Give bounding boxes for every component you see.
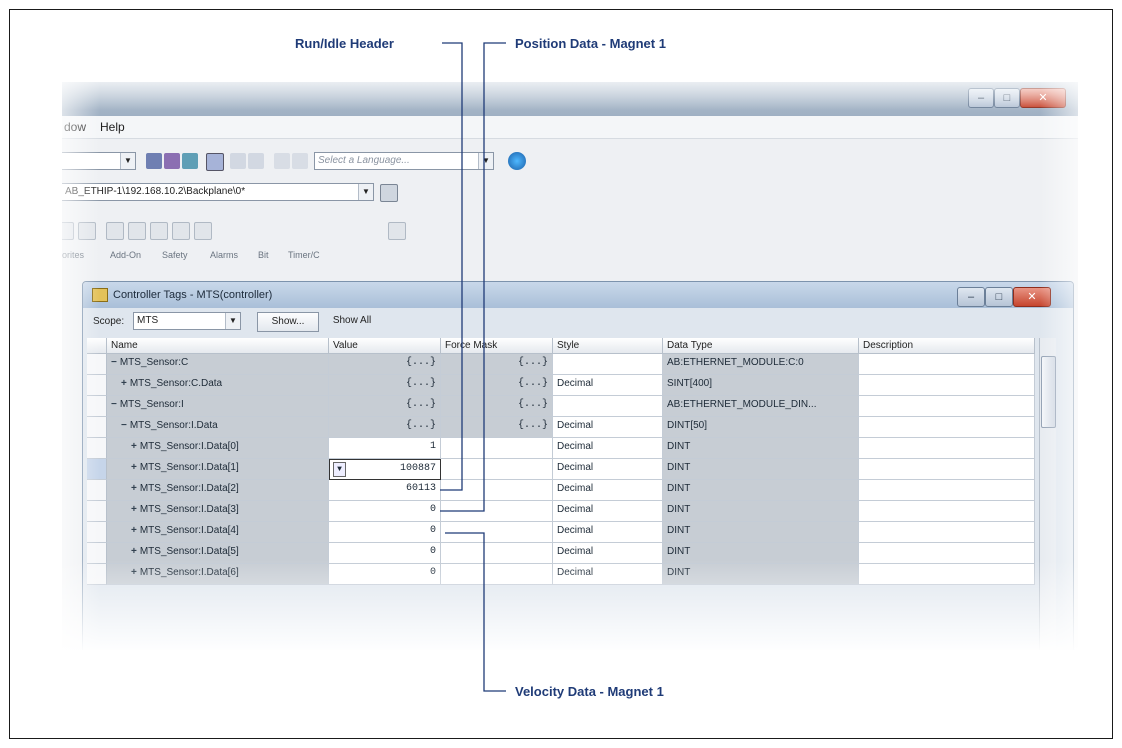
- callout-run-idle-header: Run/Idle Header: [295, 36, 394, 51]
- run-idle-leader: [440, 42, 463, 491]
- callout-position-data: Position Data - Magnet 1: [515, 36, 666, 51]
- callout-leader-lines: [440, 42, 506, 692]
- position-leader: [440, 42, 506, 512]
- velocity-leader: [445, 532, 506, 692]
- callout-velocity-data: Velocity Data - Magnet 1: [515, 684, 664, 699]
